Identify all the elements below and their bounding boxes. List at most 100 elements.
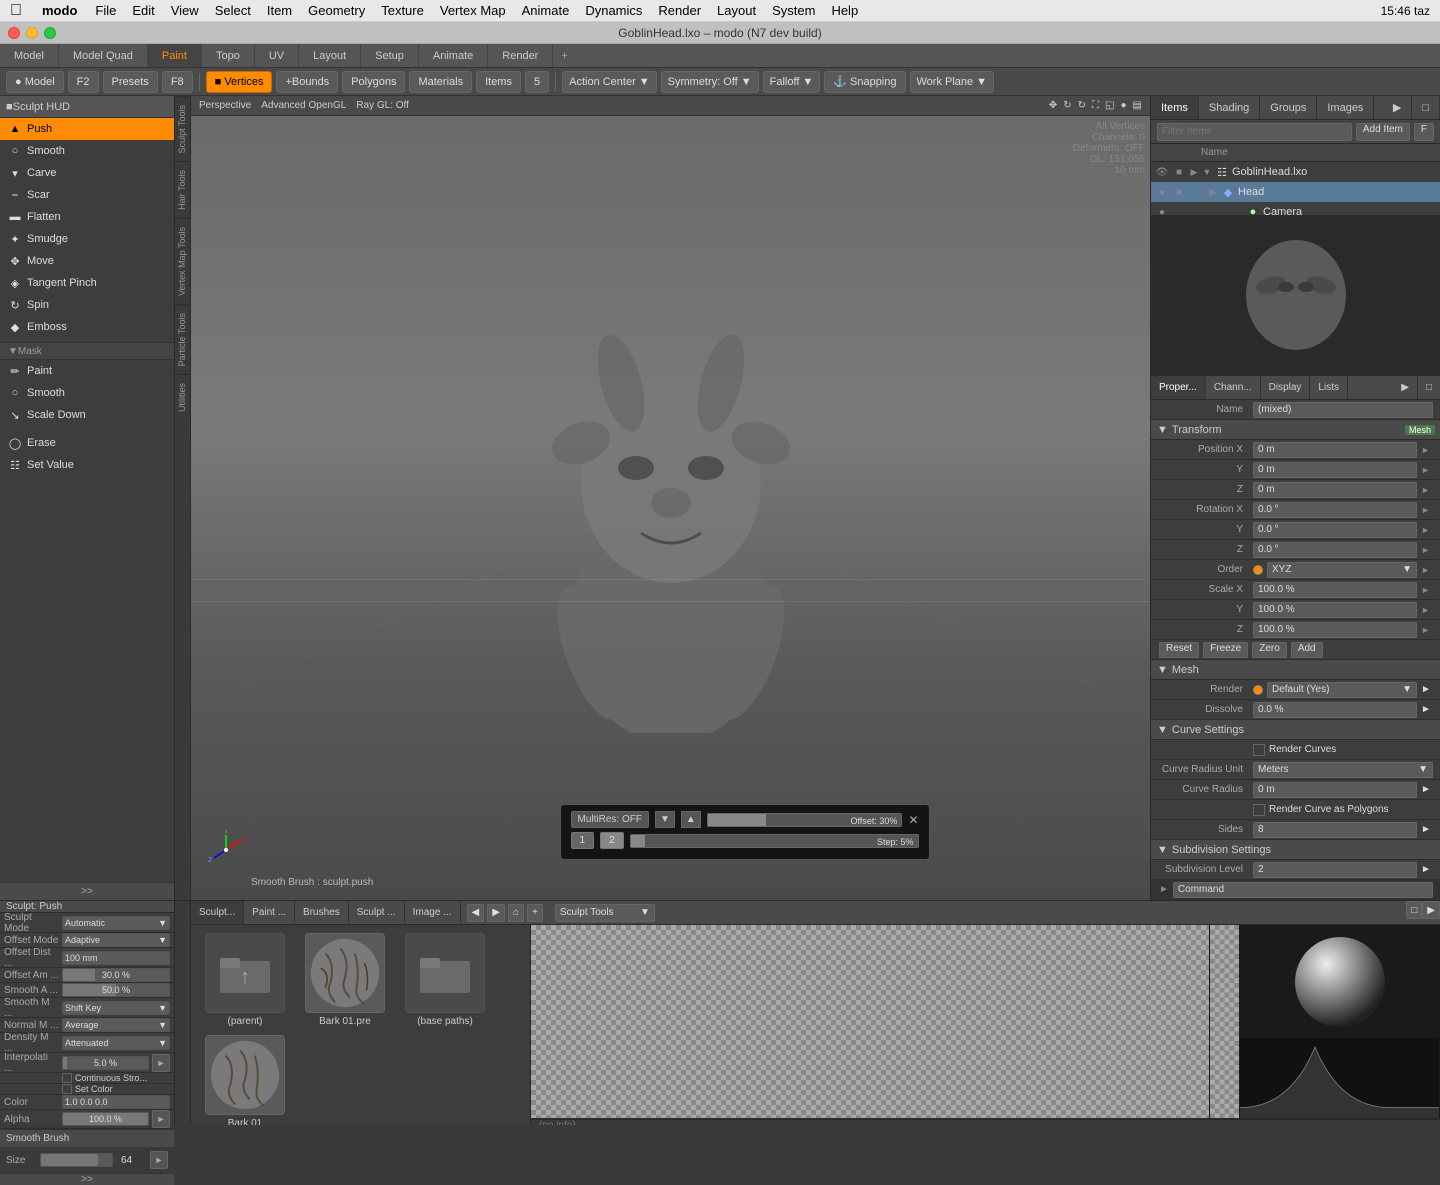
expand-icon-goblinhead[interactable]: ▶: [1189, 167, 1199, 178]
workplane-dropdown[interactable]: Work Plane ▼: [910, 71, 995, 93]
item-goblinhead[interactable]: 👁 ■ ▶ ▼ ☷ GoblinHead.lxo: [1151, 162, 1440, 182]
mid-tab-paint[interactable]: Paint ...: [244, 901, 295, 924]
tool-scale-down[interactable]: ↘ Scale Down: [0, 404, 174, 426]
viewport-icon-3[interactable]: ↻: [1078, 100, 1086, 111]
nav-home-button[interactable]: ⌂: [508, 904, 524, 922]
radius-unit-dropdown[interactable]: Meters ▼: [1253, 762, 1433, 778]
right-tab-groups[interactable]: Groups: [1260, 96, 1317, 119]
tool-mask-paint[interactable]: ✏ Paint: [0, 360, 174, 382]
nav-add-button[interactable]: +: [527, 904, 543, 922]
brush-item-parent[interactable]: ↑ (parent): [195, 929, 295, 1031]
color-sphere-cell[interactable]: [531, 925, 1210, 1118]
scale-x-value[interactable]: 100.0 %: [1253, 582, 1417, 598]
right-panel-popout[interactable]: □: [1412, 96, 1440, 119]
menu-dynamics[interactable]: Dynamics: [577, 3, 650, 18]
tool-erase[interactable]: ◯ Erase: [0, 432, 174, 454]
add-button[interactable]: Add: [1291, 642, 1323, 658]
cont-stro-checkbox[interactable]: [62, 1073, 72, 1083]
position-y-handle[interactable]: ►: [1421, 465, 1433, 475]
action-center-dropdown[interactable]: Action Center ▼: [562, 71, 657, 93]
curve-radius-handle[interactable]: ►: [1421, 784, 1433, 795]
subdivision-level-handle[interactable]: ►: [1421, 864, 1433, 875]
menu-select[interactable]: Select: [207, 3, 259, 18]
offset-mode-dropdown[interactable]: Adaptive ▼: [62, 933, 170, 947]
add-tab-button[interactable]: +: [553, 44, 575, 67]
props-tab-channels[interactable]: Chann...: [1206, 376, 1261, 399]
tab-setup[interactable]: Setup: [361, 44, 419, 67]
f2-button[interactable]: F2: [68, 71, 99, 93]
nav-forward-button[interactable]: ▶: [487, 904, 505, 922]
props-tab-lists[interactable]: Lists: [1310, 376, 1348, 399]
viewport-icon-4[interactable]: ⛶: [1092, 100, 1099, 111]
tool-set-value[interactable]: ☷ Set Value: [0, 454, 174, 476]
density-m-dropdown[interactable]: Attenuated ▼: [62, 1036, 170, 1050]
smooth-m-dropdown[interactable]: Shift Key ▼: [62, 1001, 170, 1015]
menu-help[interactable]: Help: [823, 3, 866, 18]
filter-items-input[interactable]: [1157, 123, 1352, 141]
render-handle[interactable]: ►: [1421, 684, 1433, 695]
brush-item-basepaths[interactable]: (base paths): [395, 929, 495, 1031]
viewport-icon-1[interactable]: ✥: [1049, 100, 1057, 111]
tab-layout[interactable]: Layout: [299, 44, 361, 67]
tab-uv[interactable]: UV: [255, 44, 299, 67]
multires-up-arrow[interactable]: ▲: [681, 811, 701, 828]
tool-carve[interactable]: ▾ Carve: [0, 162, 174, 184]
menu-edit[interactable]: Edit: [124, 3, 162, 18]
expand2-icon-goblinhead[interactable]: ▼: [1202, 167, 1212, 177]
position-x-handle[interactable]: ►: [1421, 445, 1433, 455]
res-2-button[interactable]: 2: [600, 832, 624, 849]
order-handle[interactable]: ►: [1421, 565, 1433, 575]
menu-render[interactable]: Render: [650, 3, 709, 18]
order-dropdown[interactable]: XYZ ▼: [1267, 562, 1417, 578]
sculpt-panel-expand[interactable]: >>: [0, 1173, 174, 1185]
multires-button[interactable]: MultiRes: OFF: [571, 811, 649, 828]
scale-x-handle[interactable]: ►: [1421, 585, 1433, 595]
set-color-checkbox[interactable]: [62, 1084, 72, 1094]
command-input[interactable]: Command: [1173, 882, 1433, 898]
rotation-z-handle[interactable]: ►: [1421, 545, 1433, 555]
f8-button[interactable]: F8: [162, 71, 193, 93]
render-radio[interactable]: [1253, 685, 1263, 695]
smooth-a-slider[interactable]: 50.0 %: [62, 983, 170, 997]
mid-tab-sculpt[interactable]: Sculpt...: [191, 901, 244, 924]
props-tab-properties[interactable]: Proper...: [1151, 376, 1206, 399]
mid-tab-brushes[interactable]: Brushes: [295, 901, 349, 924]
multires-down-arrow[interactable]: ▼: [655, 811, 675, 828]
subdivision-level-value[interactable]: 2: [1253, 862, 1417, 878]
scale-z-value[interactable]: 100.0 %: [1253, 622, 1417, 638]
interp-expand[interactable]: ►: [152, 1054, 170, 1072]
brush-item-bark01pre[interactable]: Bark 01.pre: [295, 929, 395, 1031]
offset-dist-value[interactable]: 100 mm: [62, 951, 170, 965]
tool-emboss[interactable]: ◆ Emboss: [0, 316, 174, 338]
side-tab-sculpt-tools[interactable]: Sculpt Tools: [175, 96, 190, 161]
items-options-button[interactable]: F: [1414, 123, 1434, 141]
brush-close-button[interactable]: ✕: [908, 813, 918, 827]
apple-menu[interactable]: : [0, 2, 32, 20]
offset-slider[interactable]: Offset: 30%: [707, 813, 903, 827]
color-value[interactable]: 1.0 0.0 0.0: [62, 1095, 170, 1109]
tab-model-quad[interactable]: Model Quad: [59, 44, 148, 67]
render-icon-camera[interactable]: [1172, 205, 1186, 215]
mid-expand-button[interactable]: □: [1406, 901, 1422, 919]
dissolve-value[interactable]: 0.0 %: [1253, 702, 1417, 718]
render-dropdown[interactable]: Default (Yes) ▼: [1267, 682, 1417, 698]
tool-smooth[interactable]: ○ Smooth: [0, 140, 174, 162]
size-slider[interactable]: [40, 1153, 113, 1167]
tool-smudge[interactable]: ✦ Smudge: [0, 228, 174, 250]
menu-system[interactable]: System: [764, 3, 823, 18]
maximize-button[interactable]: [44, 27, 56, 39]
symmetry-dropdown[interactable]: Symmetry: Off ▼: [661, 71, 759, 93]
position-z-value[interactable]: 0 m: [1253, 482, 1417, 498]
reset-button[interactable]: Reset: [1159, 642, 1199, 658]
scale-y-value[interactable]: 100.0 %: [1253, 602, 1417, 618]
brush-item-bark01[interactable]: Bark 01: [195, 1031, 295, 1125]
position-z-handle[interactable]: ►: [1421, 485, 1433, 495]
materials-button[interactable]: Materials: [409, 71, 472, 93]
bounds-button[interactable]: +Bounds: [276, 71, 338, 93]
items-button[interactable]: Items: [476, 71, 521, 93]
scale-z-handle[interactable]: ►: [1421, 625, 1433, 635]
tab-topo[interactable]: Topo: [202, 44, 255, 67]
menu-file[interactable]: File: [87, 3, 124, 18]
sides-handle[interactable]: ►: [1421, 824, 1433, 835]
snapping-button[interactable]: ⚓ Snapping: [824, 71, 905, 93]
